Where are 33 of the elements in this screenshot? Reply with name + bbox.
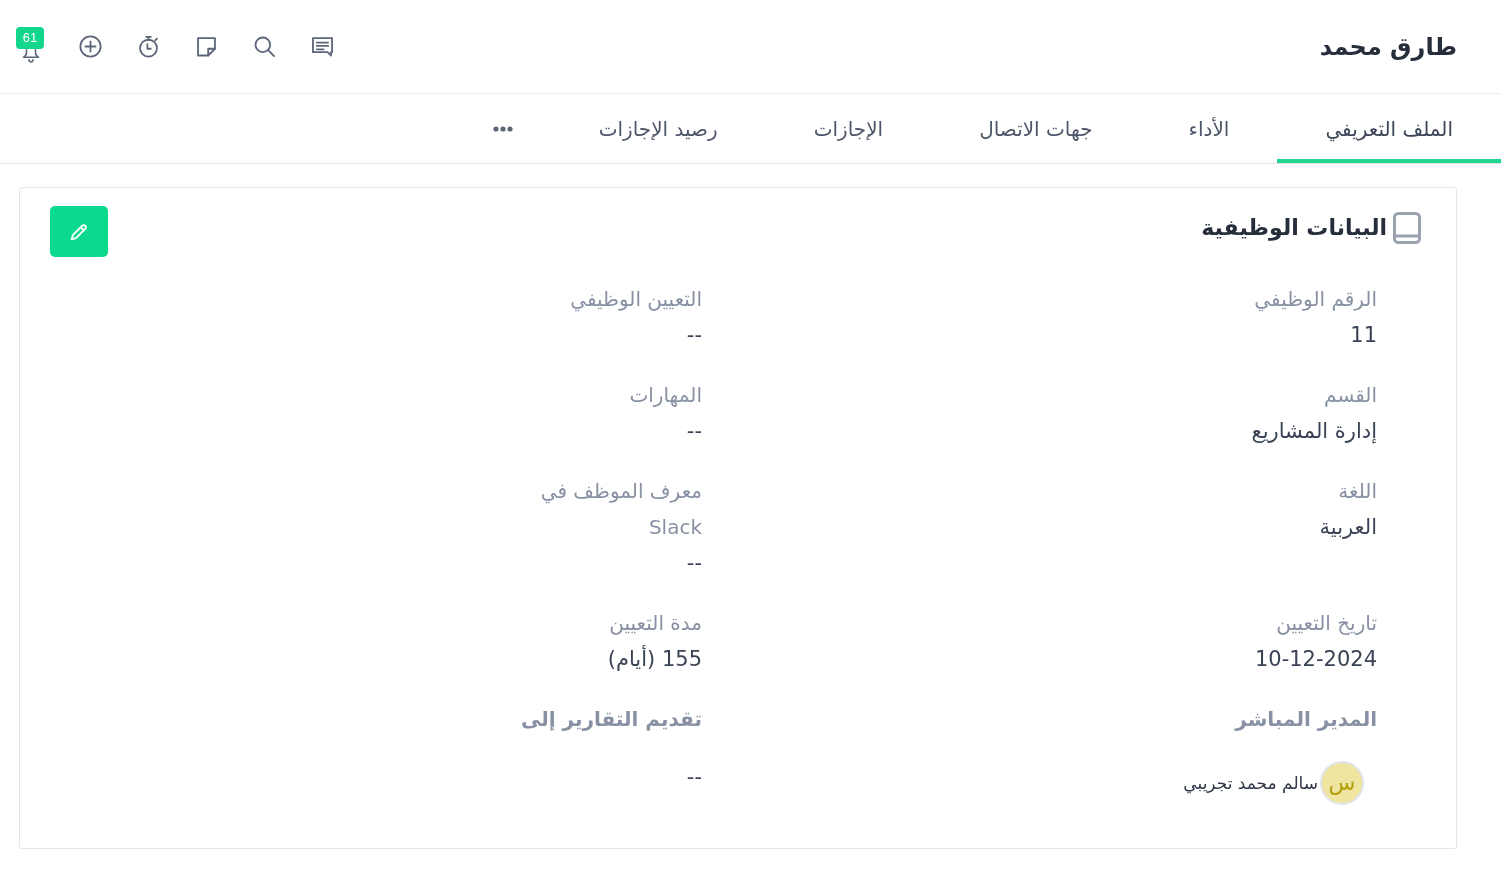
field-label: المهارات	[629, 382, 702, 409]
page-title: طارق محمد	[1319, 31, 1457, 63]
avatar: س	[1320, 761, 1364, 805]
field-value: --	[686, 764, 702, 791]
field-label: تقديم التقارير إلى	[520, 706, 702, 733]
field-value: --	[686, 322, 702, 349]
more-icon[interactable]	[492, 125, 513, 132]
field-value: إدارة المشاريع	[1251, 418, 1377, 446]
person-name: سالم محمد تجريبي	[1183, 773, 1318, 793]
field-value: 11	[1350, 322, 1377, 349]
field-value: --	[686, 418, 702, 445]
tab[interactable]: رصيد الإجازات	[550, 94, 766, 163]
plus-circle-icon[interactable]	[77, 33, 104, 60]
bell-icon[interactable]	[21, 48, 41, 63]
notification-badge: 61	[16, 26, 44, 49]
field-label: مدة التعيين	[609, 610, 702, 637]
tab[interactable]: الملف التعريفي	[1277, 94, 1501, 163]
field-value: --	[686, 550, 702, 577]
tab[interactable]: الإجازات	[765, 94, 932, 163]
tab[interactable]: جهات الاتصال	[931, 94, 1141, 163]
field-value: العربية	[1319, 514, 1377, 541]
field-label: المدير المباشر	[1235, 706, 1377, 733]
field-label: تاريخ التعيين	[1276, 610, 1377, 637]
field-label: اللغة	[1338, 478, 1377, 505]
field-label: التعيين الوظيفي	[570, 286, 702, 314]
section-title: البيانات الوظيفية	[1201, 213, 1387, 243]
field-label: معرف الموظف في Slack	[540, 478, 702, 541]
field-label: الرقم الوظيفي	[1254, 286, 1377, 314]
tab[interactable]: الأداء	[1140, 94, 1278, 163]
book-icon	[1393, 211, 1421, 244]
field-label: القسم	[1324, 382, 1377, 409]
field-value: 155 (أيام)	[607, 644, 702, 673]
field-value: 10-12-2024	[1254, 646, 1377, 673]
